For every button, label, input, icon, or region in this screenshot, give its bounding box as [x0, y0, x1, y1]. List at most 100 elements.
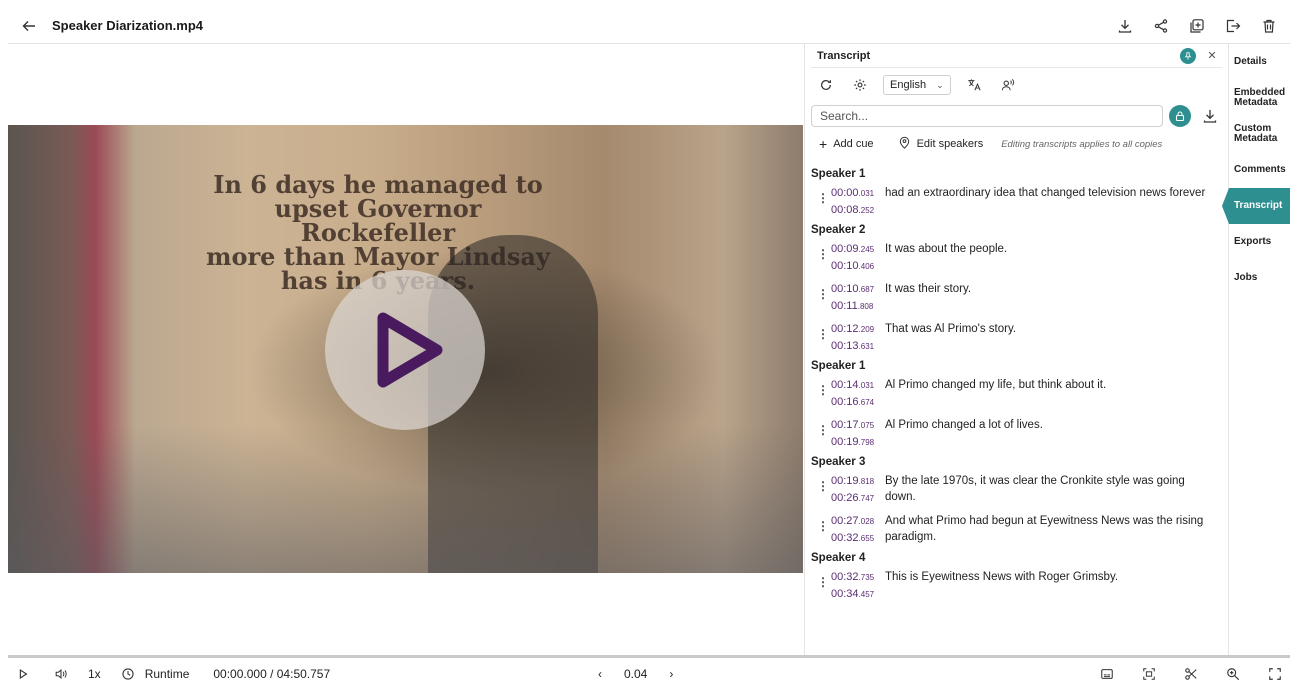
frame-step-value[interactable]: 0.04 [624, 667, 647, 681]
volume-icon[interactable] [50, 663, 72, 685]
transcript-actions-row: + Add cue Edit speakers Editing transcri… [805, 130, 1228, 158]
refresh-icon[interactable] [815, 74, 837, 96]
cue-times[interactable]: 00:17.075 00:19.798 [831, 417, 885, 451]
cue-end-ms: .252 [858, 206, 875, 215]
tab-comments[interactable]: Comments [1229, 152, 1290, 188]
transcript-cue[interactable]: ⋮ 00:00.031 00:08.252 had an extraordinary … [811, 182, 1222, 222]
cue-text[interactable]: Al Primo changed a lot of lives. [885, 417, 1222, 433]
close-icon[interactable]: ✕ [1202, 49, 1222, 62]
chevron-right-icon[interactable]: › [669, 667, 673, 681]
cue-start-time: 00:27.028 [831, 515, 874, 527]
chevron-left-icon[interactable]: ‹ [598, 667, 602, 681]
cue-menu-icon[interactable]: ⋮ [817, 575, 831, 589]
share-icon[interactable] [1150, 15, 1172, 37]
voice-speaker-icon[interactable] [997, 74, 1019, 96]
cue-text[interactable]: Al Primo changed my life, but think abou… [885, 377, 1222, 393]
cue-times[interactable]: 00:10.687 00:11.808 [831, 281, 885, 315]
frame-capture-icon[interactable] [1138, 663, 1160, 685]
runtime-label[interactable]: Runtime [145, 667, 190, 681]
cue-menu-icon[interactable]: ⋮ [817, 423, 831, 437]
cue-times[interactable]: 00:19.818 00:26.747 [831, 473, 885, 507]
trash-icon[interactable] [1258, 15, 1280, 37]
cue-text[interactable]: That was Al Primo's story. [885, 321, 1222, 337]
scissors-icon[interactable] [1180, 663, 1202, 685]
edit-speakers-button[interactable]: Edit speakers [898, 136, 983, 152]
timecode: 00:00.000 / 04:50.757 [213, 666, 331, 681]
video-frame[interactable]: In 6 days he managed to upset Governor R… [8, 125, 803, 573]
speaker-label: Speaker 3 [811, 456, 866, 468]
cue-menu-icon[interactable]: ⋮ [817, 191, 831, 205]
cue-times[interactable]: 00:27.028 00:32.655 [831, 513, 885, 547]
cue-menu-icon[interactable]: ⋮ [817, 327, 831, 341]
transcript-cue[interactable]: ⋮ 00:19.818 00:26.747 By the late 1970s, it… [811, 470, 1222, 510]
zoom-icon[interactable] [1222, 663, 1244, 685]
cue-start-main: 00:00 [831, 187, 859, 199]
transcript-cue[interactable]: ⋮ 00:12.209 00:13.631 That was Al Primo's s… [811, 318, 1222, 358]
speaker-label: Speaker 1 [811, 360, 866, 372]
pin-icon[interactable] [1180, 47, 1196, 64]
tab-jobs[interactable]: Jobs [1229, 260, 1290, 296]
cue-text[interactable]: And what Primo had begun at Eyewitness N… [885, 513, 1222, 545]
cue-menu-icon[interactable]: ⋮ [817, 287, 831, 301]
cue-start-main: 00:19 [831, 475, 859, 487]
cue-menu-icon[interactable]: ⋮ [817, 247, 831, 261]
translate-icon[interactable] [963, 74, 985, 96]
cue-times[interactable]: 00:00.031 00:08.252 [831, 185, 885, 219]
cue-end-ms: .631 [858, 342, 875, 351]
cue-times[interactable]: 00:09.245 00:10.406 [831, 241, 885, 275]
captions-icon[interactable] [1096, 663, 1118, 685]
timeline-scrubber[interactable] [8, 655, 1290, 658]
playback-speed[interactable]: 1x [88, 667, 101, 681]
lock-icon[interactable] [1169, 105, 1191, 127]
cue-menu-icon[interactable]: ⋮ [817, 383, 831, 397]
cue-text[interactable]: This is Eyewitness News with Roger Grims… [885, 569, 1222, 585]
transcript-search-input[interactable] [811, 105, 1163, 127]
cue-end-main: 00:19 [831, 436, 859, 448]
clock-icon[interactable] [117, 663, 139, 685]
fullscreen-icon[interactable] [1264, 663, 1286, 685]
cue-times[interactable]: 00:32.735 00:34.457 [831, 569, 885, 603]
cue-end-ms: .808 [857, 302, 874, 311]
transcript-cue[interactable]: ⋮ 00:09.245 00:10.406 It was about the peop… [811, 238, 1222, 278]
tab-transcript[interactable]: Transcript [1222, 188, 1290, 224]
transcript-cue[interactable]: ⋮ 00:14.031 00:16.674 Al Primo changed my l… [811, 374, 1222, 414]
cue-times[interactable]: 00:14.031 00:16.674 [831, 377, 885, 411]
add-to-collection-icon[interactable] [1186, 15, 1208, 37]
tab-details[interactable]: Details [1229, 44, 1290, 80]
video-player[interactable]: In 6 days he managed to upset Governor R… [8, 44, 803, 654]
download-icon[interactable] [1114, 15, 1136, 37]
cue-end-time: 00:10.406 [831, 260, 874, 272]
cue-end-time: 00:34.457 [831, 588, 874, 600]
cue-text[interactable]: It was about the people. [885, 241, 1222, 257]
cue-menu-icon[interactable]: ⋮ [817, 519, 831, 533]
download-transcript-icon[interactable] [1199, 105, 1221, 127]
speaker-label: Speaker 1 [811, 168, 866, 180]
transcript-cue[interactable]: ⋮ 00:27.028 00:32.655 And what Primo had be… [811, 510, 1222, 550]
tab-embedded-metadata[interactable]: Embedded Metadata [1229, 80, 1290, 116]
language-select[interactable]: English ⌄ [883, 75, 951, 95]
tab-custom-metadata[interactable]: Custom Metadata [1229, 116, 1290, 152]
cue-text[interactable]: It was their story. [885, 281, 1222, 297]
add-cue-button[interactable]: + Add cue [819, 136, 874, 152]
cue-start-ms: .075 [858, 421, 875, 430]
play-overlay-button[interactable] [325, 270, 485, 430]
cue-end-main: 00:11 [831, 300, 858, 312]
cue-text[interactable]: had an extraordinary idea that changed t… [885, 185, 1222, 201]
back-arrow-icon[interactable] [14, 11, 44, 41]
editing-note: Editing transcripts applies to all copie… [1001, 138, 1163, 150]
media-viewer: Speaker Diarization.mp4 In 6 days he man… [0, 0, 1294, 685]
tab-exports[interactable]: Exports [1229, 224, 1290, 260]
cue-start-main: 00:09 [831, 243, 859, 255]
cue-times[interactable]: 00:12.209 00:13.631 [831, 321, 885, 355]
export-icon[interactable] [1222, 15, 1244, 37]
cue-text[interactable]: By the late 1970s, it was clear the Cron… [885, 473, 1222, 505]
cue-start-main: 00:12 [831, 323, 859, 335]
cue-end-time: 00:26.747 [831, 492, 874, 504]
transcript-cue[interactable]: ⋮ 00:17.075 00:19.798 Al Primo changed a lo… [811, 414, 1222, 454]
transcript-cue[interactable]: ⋮ 00:32.735 00:34.457 This is Eyewitness Ne… [811, 566, 1222, 606]
cue-end-time: 00:13.631 [831, 340, 874, 352]
gear-icon[interactable] [849, 74, 871, 96]
transcript-cue[interactable]: ⋮ 00:10.687 00:11.808 It was their story. [811, 278, 1222, 318]
cue-menu-icon[interactable]: ⋮ [817, 479, 831, 493]
play-icon[interactable] [12, 663, 34, 685]
